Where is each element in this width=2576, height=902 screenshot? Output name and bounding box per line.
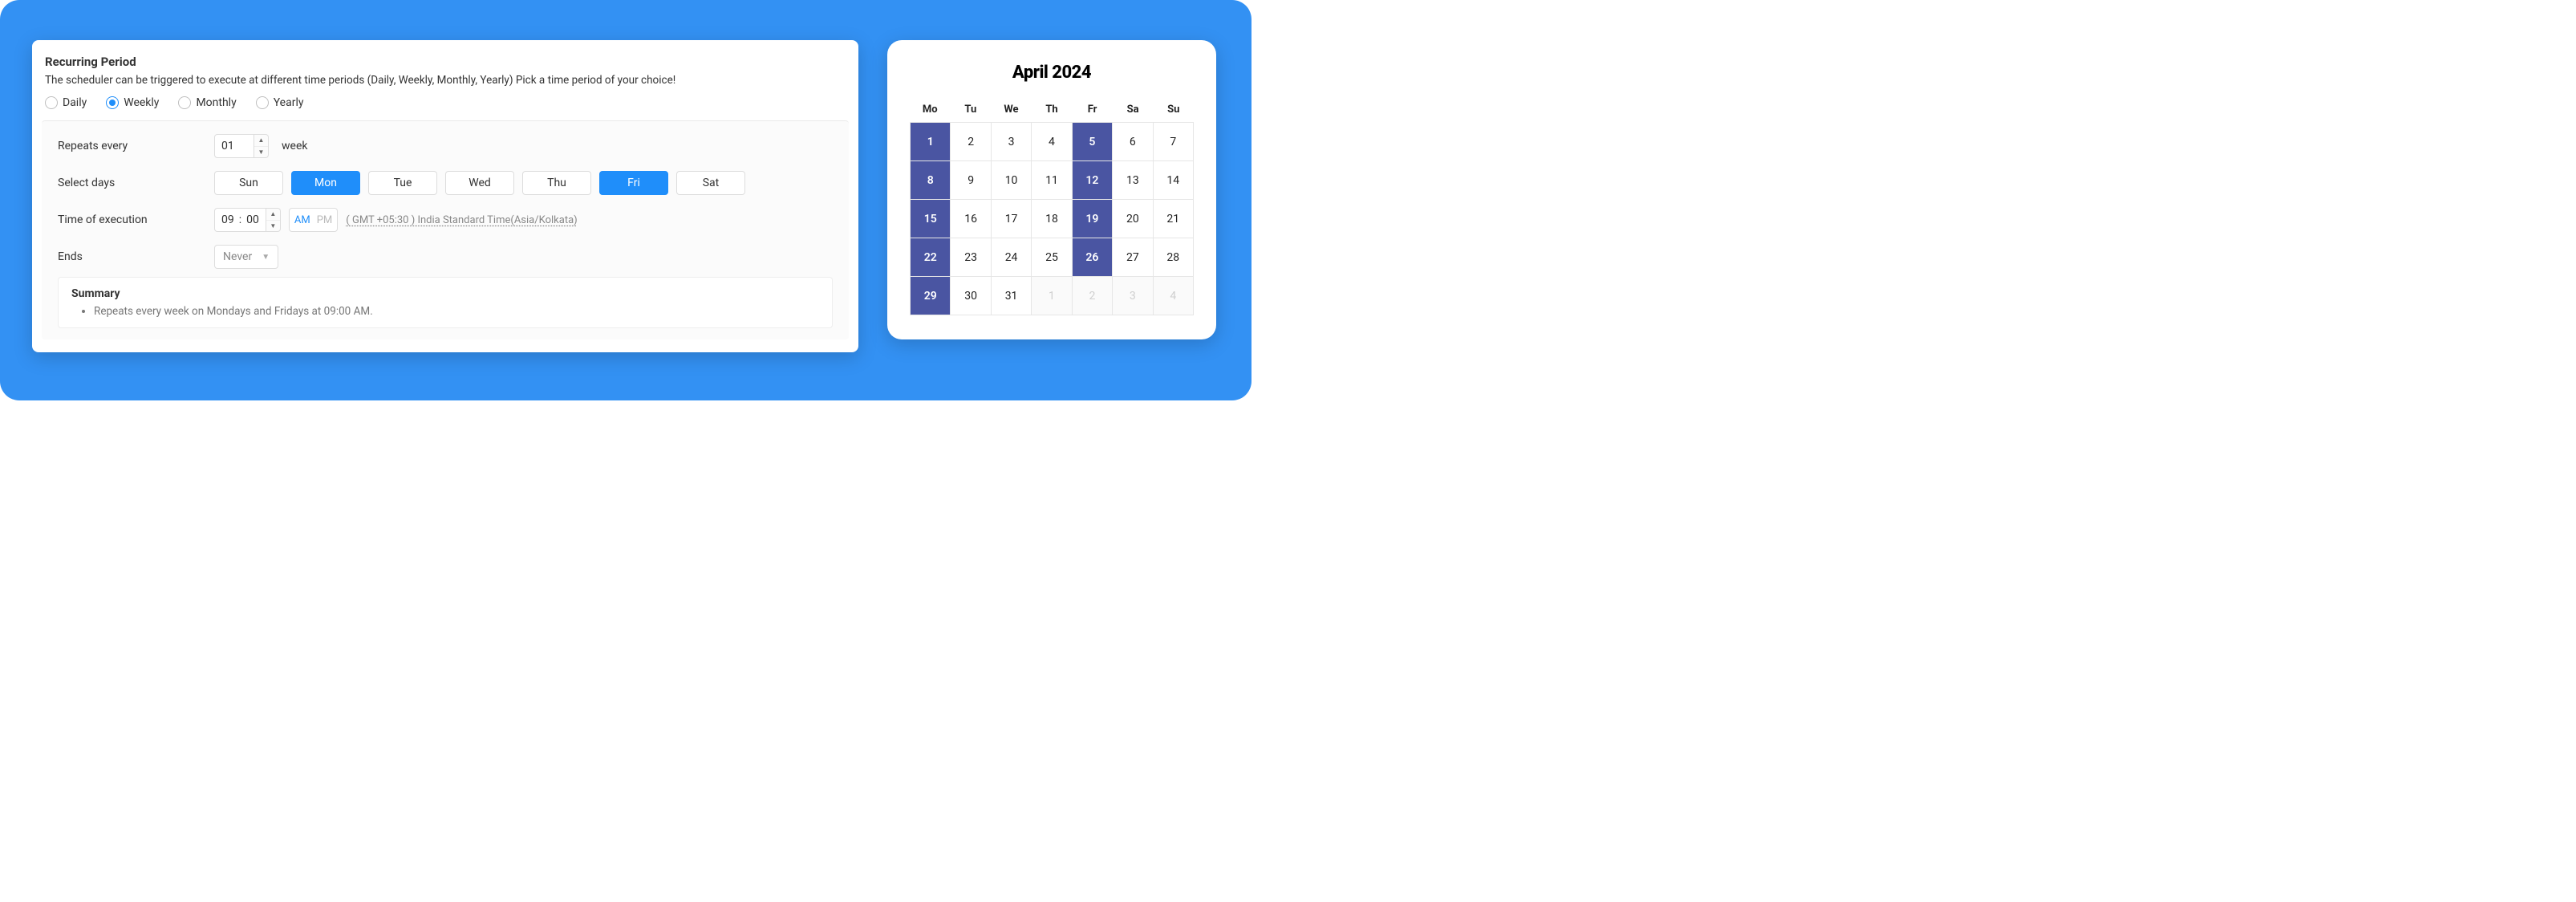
radio-icon [256, 96, 269, 109]
calendar-day[interactable]: 16 [951, 200, 991, 238]
card-description: The scheduler can be triggered to execut… [45, 74, 846, 87]
calendar-day[interactable]: 24 [992, 238, 1032, 277]
weekday-header: Su [1153, 97, 1194, 122]
recurring-period-card: Recurring Period The scheduler can be tr… [32, 40, 858, 352]
period-radio-monthly[interactable]: Monthly [178, 96, 236, 109]
weekday-header: Th [1032, 97, 1073, 122]
calendar-day[interactable]: 3 [1113, 277, 1153, 315]
calendar-day[interactable]: 19 [1073, 200, 1113, 238]
card-title: Recurring Period [45, 55, 846, 69]
calendar-day[interactable]: 29 [911, 277, 951, 315]
pm-option[interactable]: PM [317, 214, 333, 226]
radio-icon [45, 96, 58, 109]
calendar-day[interactable]: 31 [992, 277, 1032, 315]
calendar-day[interactable]: 20 [1113, 200, 1153, 238]
day-button-thu[interactable]: Thu [522, 171, 591, 195]
calendar-day[interactable]: 11 [1032, 161, 1072, 200]
calendar-day[interactable]: 5 [1073, 123, 1113, 161]
repeats-every-label: Repeats every [58, 140, 214, 152]
calendar-day[interactable]: 12 [1073, 161, 1113, 200]
day-button-tue[interactable]: Tue [368, 171, 437, 195]
radio-icon [106, 96, 119, 109]
calendar-day[interactable]: 6 [1113, 123, 1153, 161]
calendar-day[interactable]: 22 [911, 238, 951, 277]
calendar-day[interactable]: 21 [1154, 200, 1194, 238]
weekday-header: Fr [1072, 97, 1113, 122]
calendar-day[interactable]: 27 [1113, 238, 1153, 277]
repeat-interval-stepper[interactable]: 01 ▲ ▼ [214, 134, 269, 158]
ends-label: Ends [58, 250, 214, 263]
repeat-interval-value[interactable]: 01 [214, 134, 254, 158]
period-radio-yearly[interactable]: Yearly [256, 96, 304, 109]
calendar-day[interactable]: 9 [951, 161, 991, 200]
stepper-down-icon[interactable]: ▼ [266, 221, 280, 232]
calendar-day[interactable]: 25 [1032, 238, 1072, 277]
calendar-day[interactable]: 3 [992, 123, 1032, 161]
calendar-day[interactable]: 1 [1032, 277, 1072, 315]
am-option[interactable]: AM [294, 214, 310, 226]
period-radio-weekly[interactable]: Weekly [106, 96, 159, 109]
ends-value: Never [223, 250, 252, 263]
timezone-link[interactable]: ( GMT +05:30 ) India Standard Time(Asia/… [346, 214, 577, 226]
time-minutes[interactable]: 00 [246, 213, 259, 226]
calendar-day[interactable]: 7 [1154, 123, 1194, 161]
time-stepper[interactable]: 09 : 00 ▲ ▼ [214, 208, 281, 232]
select-days-label: Select days [58, 177, 214, 189]
weekday-header: Mo [910, 97, 951, 122]
calendar-preview: April 2024 MoTuWeThFrSaSu 12345678910111… [887, 40, 1216, 339]
calendar-day[interactable]: 4 [1154, 277, 1194, 315]
summary-title: Summary [71, 287, 819, 300]
calendar-day[interactable]: 26 [1073, 238, 1113, 277]
time-of-execution-label: Time of execution [58, 213, 214, 226]
summary-panel: Summary Repeats every week on Mondays an… [58, 277, 833, 328]
day-button-sun[interactable]: Sun [214, 171, 283, 195]
calendar-day[interactable]: 2 [951, 123, 991, 161]
stepper-up-icon[interactable]: ▲ [254, 135, 268, 147]
calendar-day[interactable]: 18 [1032, 200, 1072, 238]
repeat-unit-label: week [282, 140, 307, 152]
ampm-toggle[interactable]: AM PM [289, 208, 338, 232]
calendar-day[interactable]: 2 [1073, 277, 1113, 315]
stepper-down-icon[interactable]: ▼ [254, 147, 268, 158]
calendar-day[interactable]: 10 [992, 161, 1032, 200]
period-radio-group: Daily Weekly Monthly Yearly [45, 96, 846, 109]
ends-select[interactable]: Never ▼ [214, 245, 278, 269]
calendar-day[interactable]: 8 [911, 161, 951, 200]
weekday-header: Sa [1113, 97, 1154, 122]
weekday-header: We [991, 97, 1032, 122]
radio-label: Weekly [124, 96, 159, 109]
recurring-config-panel: Repeats every 01 ▲ ▼ week Select days Su… [42, 120, 849, 339]
day-button-sat[interactable]: Sat [676, 171, 745, 195]
radio-icon [178, 96, 191, 109]
calendar-day[interactable]: 15 [911, 200, 951, 238]
stepper-up-icon[interactable]: ▲ [266, 209, 280, 221]
calendar-day[interactable]: 1 [911, 123, 951, 161]
radio-label: Yearly [274, 96, 304, 109]
radio-label: Monthly [196, 96, 236, 109]
calendar-day[interactable]: 23 [951, 238, 991, 277]
period-radio-daily[interactable]: Daily [45, 96, 87, 109]
weekday-header: Tu [951, 97, 992, 122]
calendar-day[interactable]: 17 [992, 200, 1032, 238]
time-hours[interactable]: 09 [221, 213, 234, 226]
day-button-fri[interactable]: Fri [599, 171, 668, 195]
calendar-day[interactable]: 13 [1113, 161, 1153, 200]
day-button-mon[interactable]: Mon [291, 171, 360, 195]
calendar-day[interactable]: 14 [1154, 161, 1194, 200]
calendar-day[interactable]: 28 [1154, 238, 1194, 277]
chevron-down-icon: ▼ [262, 253, 270, 262]
calendar-title: April 2024 [910, 63, 1194, 83]
radio-label: Daily [63, 96, 87, 109]
calendar-day[interactable]: 30 [951, 277, 991, 315]
summary-text: Repeats every week on Mondays and Friday… [94, 305, 819, 318]
calendar-day[interactable]: 4 [1032, 123, 1072, 161]
day-button-wed[interactable]: Wed [445, 171, 514, 195]
